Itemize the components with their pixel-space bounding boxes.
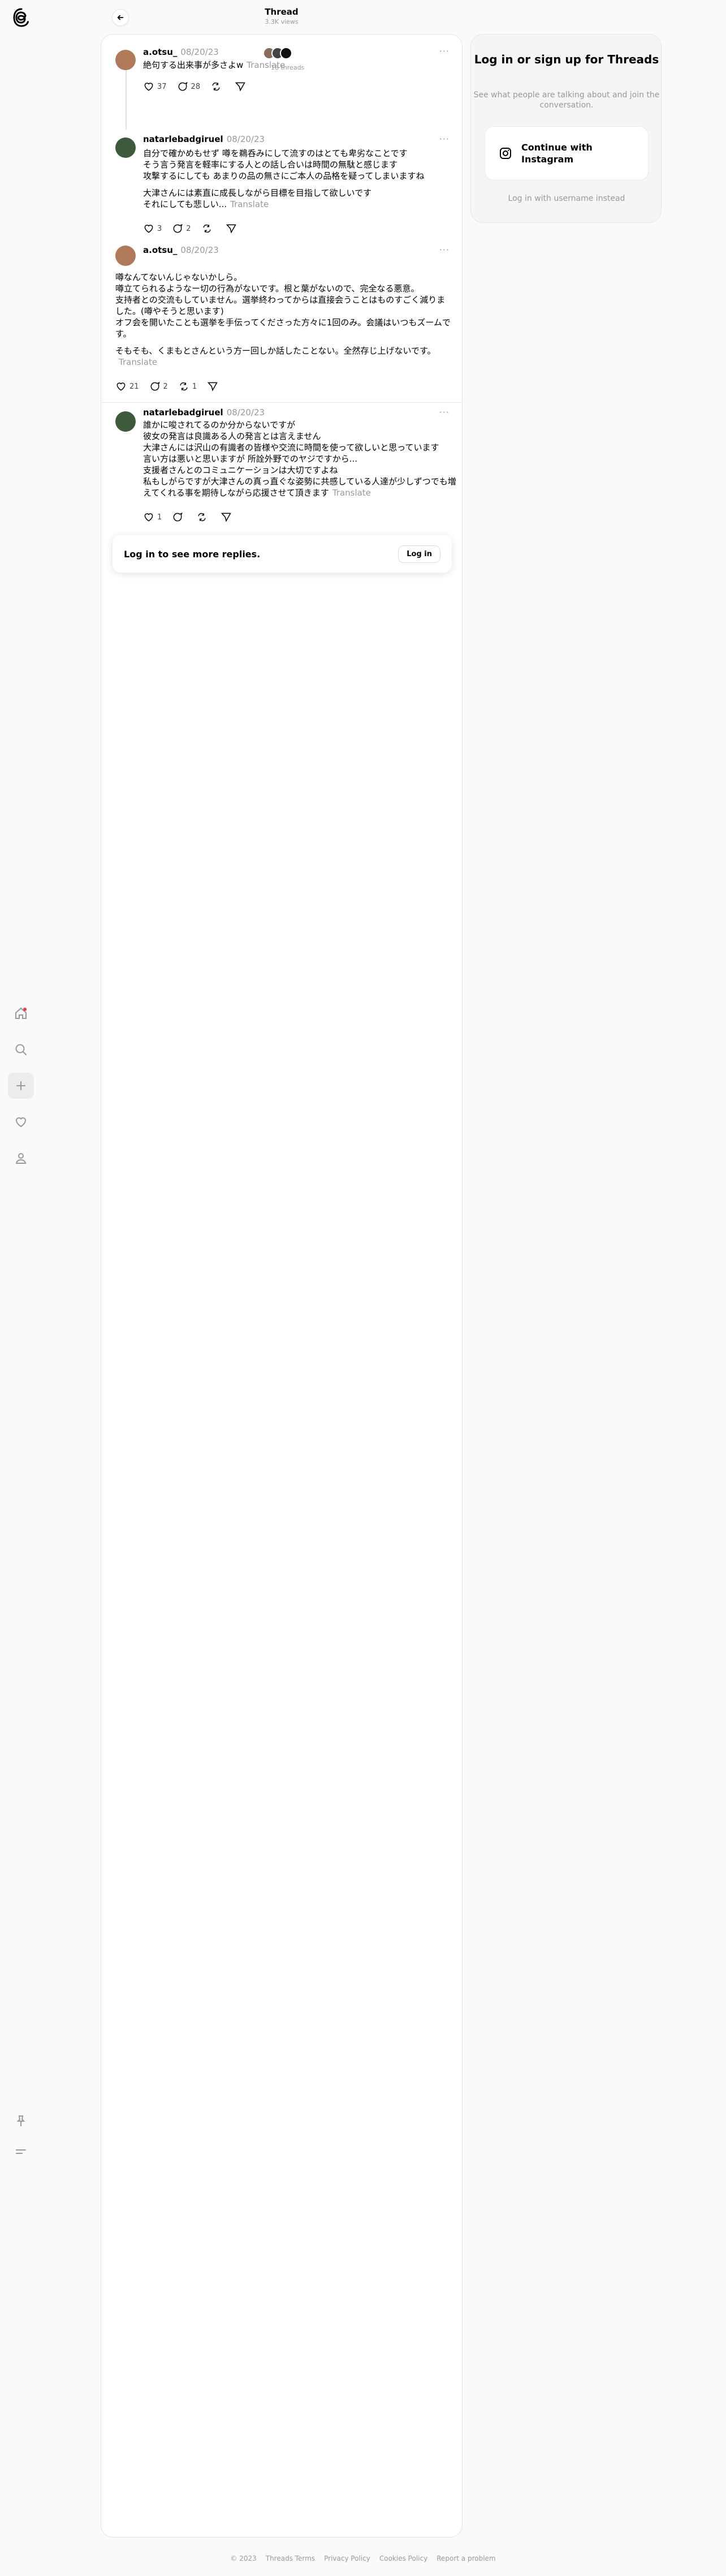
login-card-subtitle: See what people are talking about and jo…	[473, 91, 660, 110]
footer: © 2023 Threads Terms Privacy Policy Cook…	[0, 2555, 726, 2562]
send-icon	[235, 82, 245, 92]
login-prompt-text: Log in to see more replies.	[124, 548, 261, 560]
avatar[interactable]	[115, 411, 136, 432]
reply-button[interactable]: 2	[172, 223, 191, 234]
profile-icon[interactable]	[8, 1145, 34, 1171]
share-button[interactable]	[207, 381, 221, 392]
login-card: Log in or sign up for Threads See what p…	[470, 34, 662, 223]
continue-with-instagram-button[interactable]: Continue with Instagram	[485, 126, 649, 180]
username[interactable]: a.otsu_	[143, 47, 177, 57]
repost-button[interactable]	[210, 81, 224, 92]
facepile-label: 18 threads	[271, 64, 305, 71]
reply-button[interactable]: 2	[149, 381, 168, 392]
like-count: 21	[129, 382, 139, 391]
post-paragraph: 自分で確かめもせず 噂を鵜呑みにして流すのはとても卑劣なことです そう言う発言を…	[143, 148, 425, 181]
reply-count: 28	[191, 82, 201, 91]
post-text: 絶句する出来事が多さよw	[143, 60, 244, 70]
like-count: 1	[157, 513, 162, 522]
login-card-title: Log in or sign up for Threads	[474, 53, 659, 66]
like-count: 37	[157, 82, 167, 91]
avatar[interactable]	[115, 50, 136, 70]
post-date: 08/20/23	[226, 134, 265, 144]
avatar	[280, 47, 292, 59]
heart-icon	[116, 382, 126, 391]
reply-button[interactable]: 28	[177, 81, 201, 92]
instagram-button-label: Continue with Instagram	[521, 142, 593, 165]
like-count: 3	[157, 224, 162, 233]
post-date: 08/20/23	[180, 245, 219, 255]
heart-icon	[144, 225, 153, 233]
repost-button[interactable]	[196, 511, 210, 523]
send-icon	[221, 513, 232, 522]
repost-icon	[212, 82, 220, 91]
share-button[interactable]	[221, 511, 235, 523]
footer-link-terms[interactable]: Threads Terms	[266, 2555, 315, 2562]
repost-button[interactable]	[201, 223, 215, 234]
thread-header: Thread 3.3K views	[101, 0, 463, 34]
avatar[interactable]	[115, 137, 136, 158]
repost-button[interactable]: 1	[178, 381, 197, 392]
heart-icon	[144, 513, 153, 522]
send-icon	[207, 382, 218, 392]
post-date: 08/20/23	[226, 407, 265, 418]
more-options-icon[interactable]: ···	[439, 46, 450, 57]
post-paragraph: そもそも、くまもとさんという方ー回しか話したことない。全然存じ上げないです。	[115, 346, 436, 356]
username[interactable]: natarlebadgiruel	[143, 134, 223, 144]
footer-link-privacy[interactable]: Privacy Policy	[324, 2555, 370, 2562]
translate-link[interactable]: Translate	[119, 357, 157, 367]
instagram-icon	[500, 148, 511, 159]
repost-count: 1	[192, 382, 197, 391]
footer-link-cookies[interactable]: Cookies Policy	[379, 2555, 427, 2562]
more-options-icon[interactable]: ···	[439, 134, 450, 144]
send-icon	[226, 224, 236, 234]
share-button[interactable]	[235, 81, 249, 92]
share-button[interactable]	[226, 223, 240, 234]
heart-activity-icon[interactable]	[8, 1109, 34, 1135]
pin-icon[interactable]	[8, 2108, 34, 2134]
login-button[interactable]: Log in	[398, 545, 440, 563]
like-button[interactable]: 21	[115, 381, 139, 392]
post-date: 08/20/23	[180, 47, 219, 57]
reply-count: 2	[186, 224, 191, 233]
repost-icon	[202, 224, 211, 233]
page-title: Thread	[265, 7, 299, 17]
search-icon[interactable]	[8, 1037, 34, 1063]
repost-icon	[180, 382, 188, 391]
threads-logo-icon[interactable]	[12, 8, 31, 27]
username[interactable]: natarlebadgiruel	[143, 407, 223, 418]
thread-feed: a.otsu_ 08/20/23 ··· 絶句する出来事が多さよw Translat…	[101, 34, 463, 2538]
reply-button[interactable]	[172, 511, 186, 523]
translate-link[interactable]: Translate	[332, 488, 371, 498]
post-text: 誰かに唆されてるのか分からないですが 彼女の発言は良識ある人の発言とは言えません…	[143, 420, 456, 498]
like-button[interactable]: 1	[143, 511, 162, 523]
like-button[interactable]: 3	[143, 223, 162, 234]
post-paragraph: 噂なんてないんじゃないかしら。 噂立てられるようなー切の行為がないです。根と葉が…	[115, 272, 451, 339]
facepile[interactable]	[263, 47, 292, 59]
username[interactable]: a.otsu_	[143, 245, 177, 255]
avatar[interactable]	[115, 246, 136, 266]
create-post-icon[interactable]	[8, 1073, 34, 1099]
login-prompt: Log in to see more replies. Log in	[113, 535, 452, 573]
thread-connector	[126, 68, 127, 130]
comment-icon	[150, 381, 160, 391]
copyright: © 2023	[230, 2555, 257, 2562]
divider	[101, 402, 462, 403]
menu-icon[interactable]	[8, 2139, 34, 2165]
comment-icon	[178, 81, 188, 91]
more-options-icon[interactable]: ···	[439, 407, 450, 418]
like-button[interactable]: 37	[143, 81, 167, 92]
repost-icon	[198, 513, 206, 522]
comment-icon	[173, 512, 183, 522]
username-login-link[interactable]: Log in with username instead	[471, 194, 662, 203]
translate-link[interactable]: Translate	[230, 199, 269, 209]
more-options-icon[interactable]: ···	[439, 244, 450, 255]
comment-icon	[173, 223, 183, 233]
footer-link-report[interactable]: Report a problem	[437, 2555, 495, 2562]
home-icon[interactable]	[8, 1000, 34, 1026]
view-count: 3.3K views	[265, 18, 299, 25]
reply-count: 2	[163, 382, 168, 391]
heart-icon	[144, 83, 153, 91]
